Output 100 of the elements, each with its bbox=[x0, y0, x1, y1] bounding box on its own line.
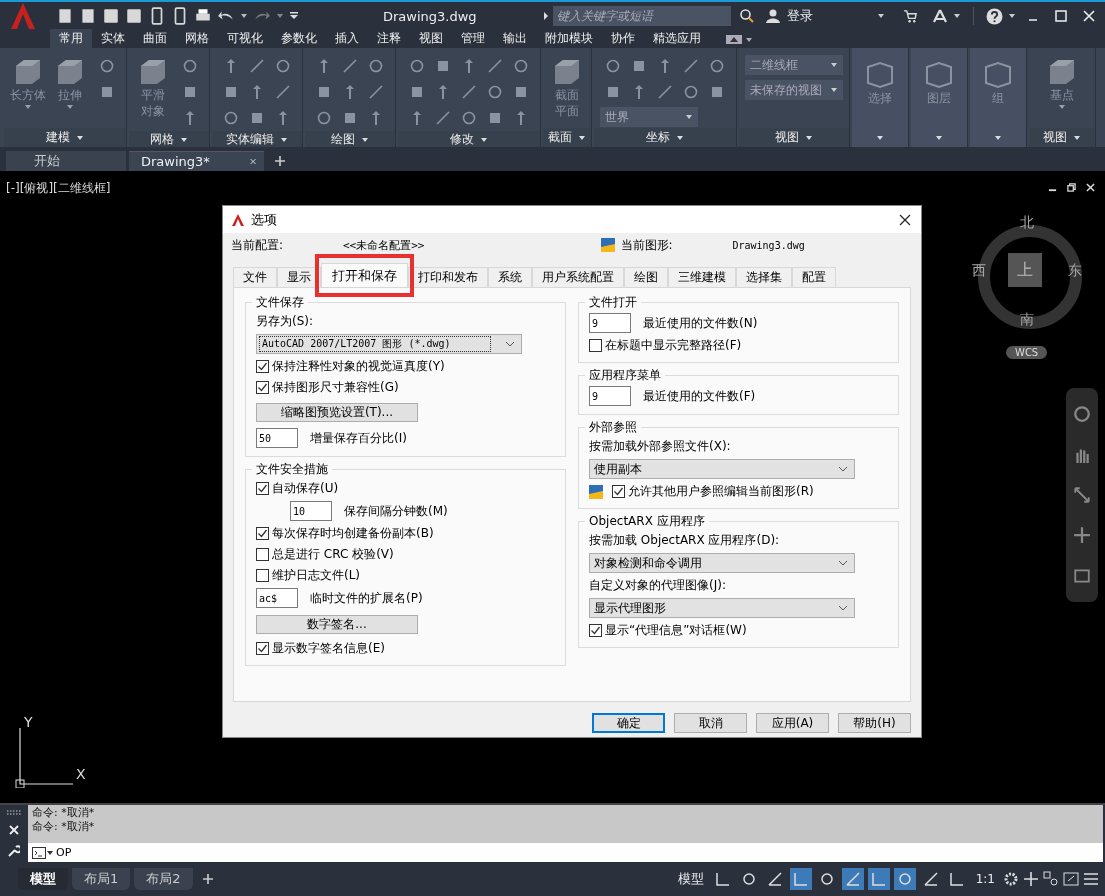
line-icon[interactable] bbox=[249, 58, 265, 74]
checkbox-label[interactable]: 在标题中显示完整路径(F) bbox=[605, 337, 742, 354]
dialog-button[interactable]: 应用(A) bbox=[756, 713, 829, 733]
options-tab[interactable]: 文件 bbox=[233, 267, 277, 287]
square-icon[interactable] bbox=[342, 110, 358, 126]
options-tab[interactable]: 系统 bbox=[488, 267, 532, 287]
viewcube-face[interactable]: 上 bbox=[1008, 253, 1042, 287]
user-icon[interactable] bbox=[765, 8, 781, 24]
checkbox-label[interactable]: 显示“代理信息”对话框(W) bbox=[605, 622, 747, 639]
options-tab[interactable]: 打印和发布 bbox=[408, 267, 488, 287]
input-field[interactable]: 50 bbox=[256, 428, 298, 448]
tracking-icon[interactable] bbox=[841, 868, 864, 890]
viewport-label[interactable]: [-][俯视][二维线框] bbox=[6, 180, 111, 197]
square-icon[interactable] bbox=[709, 84, 725, 100]
circle-icon[interactable] bbox=[182, 58, 198, 74]
square-icon[interactable] bbox=[182, 84, 198, 100]
view-dropdown[interactable]: 世界 bbox=[600, 107, 698, 127]
ucs-menu-button[interactable]: WCS bbox=[1006, 346, 1048, 359]
line-icon[interactable] bbox=[275, 84, 291, 100]
options-tab[interactable]: 选择集 bbox=[736, 267, 792, 287]
sign-in-link[interactable]: 登录 bbox=[787, 7, 813, 25]
ribbon-tab[interactable]: 网格 bbox=[176, 29, 218, 48]
options-tab[interactable]: 配置 bbox=[792, 267, 836, 287]
checkbox[interactable] bbox=[256, 381, 269, 394]
menu-icon[interactable] bbox=[1083, 871, 1099, 887]
circle-icon[interactable] bbox=[709, 58, 725, 74]
circle-icon[interactable] bbox=[409, 58, 425, 74]
panel-title-bar[interactable]: 视图 bbox=[1029, 128, 1095, 147]
ribbon-tab[interactable]: 注释 bbox=[368, 29, 410, 48]
ribbon-tab[interactable]: 附加模块 bbox=[536, 29, 602, 48]
logo-icon[interactable] bbox=[8, 2, 38, 31]
lineweight-icon[interactable] bbox=[867, 868, 890, 890]
dialog-button[interactable]: 帮助(H) bbox=[838, 713, 911, 733]
input-field[interactable]: 9 bbox=[589, 313, 631, 333]
input-field[interactable]: 9 bbox=[589, 386, 631, 406]
circle-icon[interactable] bbox=[223, 110, 239, 126]
circle-icon[interactable] bbox=[99, 58, 115, 74]
plus-icon[interactable] bbox=[1023, 871, 1039, 887]
square-icon[interactable] bbox=[316, 84, 332, 100]
options-tab[interactable]: 三维建模 bbox=[668, 267, 736, 287]
plus-icon[interactable] bbox=[275, 156, 285, 166]
circle-icon[interactable] bbox=[275, 58, 291, 74]
ribbon-tab[interactable]: 协作 bbox=[602, 29, 644, 48]
ribbon-tab[interactable]: 参数化 bbox=[272, 29, 326, 48]
checkbox[interactable] bbox=[612, 485, 625, 498]
checkbox-label[interactable]: 保持图形尺寸兼容性(G) bbox=[272, 379, 399, 396]
square-icon[interactable] bbox=[513, 84, 529, 100]
steering-wheel-icon[interactable] bbox=[1073, 405, 1091, 424]
maximize-icon[interactable] bbox=[1055, 10, 1067, 22]
line-icon[interactable] bbox=[683, 58, 699, 74]
checkbox[interactable] bbox=[256, 569, 269, 582]
caret-icon[interactable] bbox=[877, 12, 885, 20]
checkbox[interactable] bbox=[256, 527, 269, 540]
dialog-button[interactable]: 缩略图预览设置(T)... bbox=[256, 403, 418, 422]
square-icon[interactable] bbox=[631, 58, 647, 74]
shapes-icon[interactable] bbox=[1043, 871, 1059, 887]
ribbon-tab[interactable]: 实体 bbox=[92, 29, 134, 48]
restore-icon[interactable] bbox=[1067, 183, 1076, 192]
layout-tab[interactable]: 模型 bbox=[18, 868, 68, 890]
showmotion-icon[interactable] bbox=[1073, 566, 1091, 585]
compass-label[interactable]: 南 bbox=[1020, 311, 1034, 329]
orbit-icon[interactable] bbox=[1073, 526, 1091, 545]
line-icon[interactable] bbox=[435, 110, 451, 126]
panel-title-bar[interactable]: 坐标 bbox=[594, 128, 736, 147]
dropdown[interactable]: 对象检测和命令调用 bbox=[589, 553, 855, 573]
dropdown[interactable]: 使用副本 bbox=[589, 459, 855, 479]
view-dropdown[interactable]: 二维线框 bbox=[745, 55, 843, 75]
circle-icon[interactable] bbox=[683, 84, 699, 100]
layout-tab[interactable]: 布局2 bbox=[134, 868, 193, 890]
square-icon[interactable] bbox=[409, 84, 425, 100]
dialog-button[interactable]: 取消 bbox=[674, 713, 747, 733]
line-icon[interactable] bbox=[342, 58, 358, 74]
options-tab[interactable]: 绘图 bbox=[624, 267, 668, 287]
caret-icon[interactable] bbox=[1008, 12, 1016, 20]
circle-icon[interactable] bbox=[513, 58, 529, 74]
command-line-field[interactable]: OP bbox=[28, 843, 1103, 862]
panel-title-bar[interactable]: 截面 bbox=[543, 128, 591, 147]
ribbon-tab[interactable]: 插入 bbox=[326, 29, 368, 48]
input-field[interactable]: ac$ bbox=[256, 588, 298, 608]
compass-label[interactable]: 北 bbox=[1020, 214, 1034, 232]
options-tab[interactable]: 打开和保存 bbox=[321, 263, 408, 287]
panel-title-bar[interactable]: 视图 bbox=[739, 128, 849, 147]
checkbox-label[interactable]: 自动保存(U) bbox=[272, 480, 339, 497]
checkbox-label[interactable]: 维护日志文件(L) bbox=[272, 567, 361, 584]
ribbon-tab[interactable]: 可视化 bbox=[218, 29, 272, 48]
compass-label[interactable]: 西 bbox=[972, 262, 986, 280]
square-icon[interactable] bbox=[99, 84, 115, 100]
square-icon[interactable] bbox=[487, 110, 503, 126]
search-icon[interactable] bbox=[739, 8, 755, 24]
caret-icon[interactable] bbox=[240, 12, 248, 20]
customize-menu-icon[interactable] bbox=[289, 11, 299, 21]
grip-icon[interactable] bbox=[6, 809, 22, 816]
checkbox[interactable] bbox=[256, 642, 269, 655]
input-field[interactable]: 10 bbox=[290, 501, 332, 521]
gear-icon[interactable] bbox=[1003, 871, 1019, 887]
checkbox-label[interactable]: 总是进行 CRC 校验(V) bbox=[272, 546, 394, 563]
file-icon[interactable] bbox=[56, 7, 74, 25]
checkbox[interactable] bbox=[589, 339, 602, 352]
ribbon-tab[interactable]: 视图 bbox=[410, 29, 452, 48]
ribbon-tab[interactable]: 曲面 bbox=[134, 29, 176, 48]
